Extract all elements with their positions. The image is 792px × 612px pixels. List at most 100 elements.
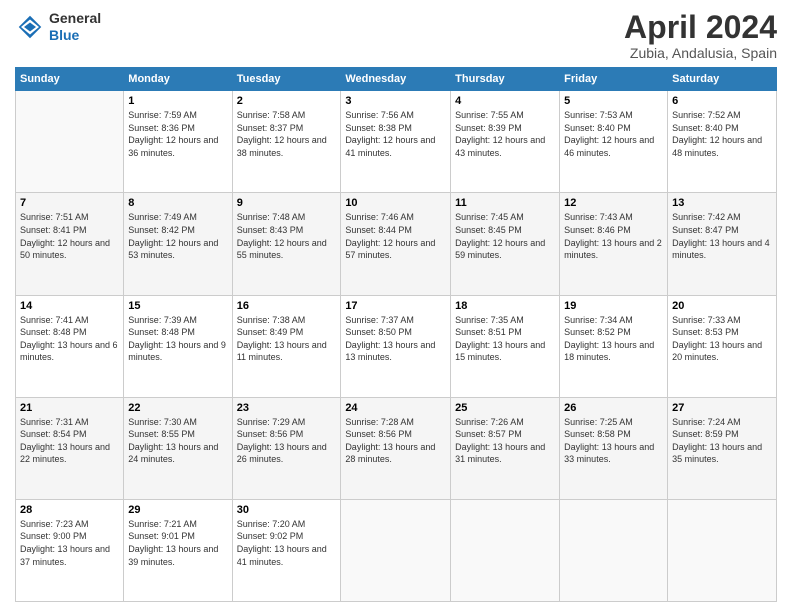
day-number: 28 <box>20 504 119 516</box>
day-number: 5 <box>564 95 663 107</box>
day-number: 3 <box>345 95 446 107</box>
day-number: 10 <box>345 197 446 209</box>
calendar-cell: 15Sunrise: 7:39 AMSunset: 8:48 PMDayligh… <box>124 295 232 397</box>
calendar-week-4: 21Sunrise: 7:31 AMSunset: 8:54 PMDayligh… <box>16 397 777 499</box>
day-number: 8 <box>128 197 227 209</box>
main-title: April 2024 <box>624 10 777 45</box>
day-number: 30 <box>237 504 337 516</box>
calendar-cell: 29 Sunrise: 7:21 AMSunset: 9:01 PMDayligh… <box>124 499 232 601</box>
day-info: Sunrise: 7:35 AMSunset: 8:51 PMDaylight:… <box>455 314 555 364</box>
calendar-cell: 9Sunrise: 7:48 AMSunset: 8:43 PMDaylight… <box>232 193 341 295</box>
day-number: 19 <box>564 300 663 312</box>
day-info: Sunrise: 7:43 AMSunset: 8:46 PMDaylight:… <box>564 211 663 261</box>
day-info: Sunrise: 7:34 AMSunset: 8:52 PMDaylight:… <box>564 314 663 364</box>
calendar-cell: 14Sunrise: 7:41 AMSunset: 8:48 PMDayligh… <box>16 295 124 397</box>
day-number: 23 <box>237 402 337 414</box>
calendar-week-3: 14Sunrise: 7:41 AMSunset: 8:48 PMDayligh… <box>16 295 777 397</box>
calendar-cell <box>16 91 124 193</box>
day-info: Sunrise: 7:56 AMSunset: 8:38 PMDaylight:… <box>345 109 446 159</box>
day-number: 15 <box>128 300 227 312</box>
day-number: 20 <box>672 300 772 312</box>
header-thursday: Thursday <box>451 68 560 91</box>
header-friday: Friday <box>560 68 668 91</box>
day-number: 4 <box>455 95 555 107</box>
day-info: Sunrise: 7:33 AMSunset: 8:53 PMDaylight:… <box>672 314 772 364</box>
day-number: 18 <box>455 300 555 312</box>
day-info: Sunrise: 7:46 AMSunset: 8:44 PMDaylight:… <box>345 211 446 261</box>
day-number: 26 <box>564 402 663 414</box>
calendar-cell <box>341 499 451 601</box>
calendar-week-2: 7 Sunrise: 7:51 AMSunset: 8:41 PMDaylight… <box>16 193 777 295</box>
day-number: 6 <box>672 95 772 107</box>
day-info: Sunrise: 7:59 AMSunset: 8:36 PMDaylight:… <box>128 109 227 159</box>
day-number: 12 <box>564 197 663 209</box>
calendar-cell: 5 Sunrise: 7:53 AMSunset: 8:40 PMDaylight… <box>560 91 668 193</box>
calendar-cell: 8 Sunrise: 7:49 AMSunset: 8:42 PMDaylight… <box>124 193 232 295</box>
day-info: Sunrise: 7:26 AMSunset: 8:57 PMDaylight:… <box>455 416 555 466</box>
calendar-cell: 1 Sunrise: 7:59 AMSunset: 8:36 PMDaylight… <box>124 91 232 193</box>
day-info: Sunrise: 7:52 AMSunset: 8:40 PMDaylight:… <box>672 109 772 159</box>
day-number: 17 <box>345 300 446 312</box>
day-number: 25 <box>455 402 555 414</box>
day-info: Sunrise: 7:53 AMSunset: 8:40 PMDaylight:… <box>564 109 663 159</box>
day-number: 27 <box>672 402 772 414</box>
day-info: Sunrise: 7:25 AMSunset: 8:58 PMDaylight:… <box>564 416 663 466</box>
calendar-cell: 18 Sunrise: 7:35 AMSunset: 8:51 PMDayligh… <box>451 295 560 397</box>
day-number: 13 <box>672 197 772 209</box>
calendar-cell: 11 Sunrise: 7:45 AMSunset: 8:45 PMDayligh… <box>451 193 560 295</box>
calendar-table: SundayMondayTuesdayWednesdayThursdayFrid… <box>15 67 777 602</box>
day-info: Sunrise: 7:28 AMSunset: 8:56 PMDaylight:… <box>345 416 446 466</box>
day-info: Sunrise: 7:30 AMSunset: 8:55 PMDaylight:… <box>128 416 227 466</box>
day-number: 29 <box>128 504 227 516</box>
calendar-cell: 20 Sunrise: 7:33 AMSunset: 8:53 PMDayligh… <box>668 295 777 397</box>
day-info: Sunrise: 7:55 AMSunset: 8:39 PMDaylight:… <box>455 109 555 159</box>
calendar-cell: 7 Sunrise: 7:51 AMSunset: 8:41 PMDaylight… <box>16 193 124 295</box>
calendar-cell: 6 Sunrise: 7:52 AMSunset: 8:40 PMDaylight… <box>668 91 777 193</box>
calendar-cell <box>451 499 560 601</box>
day-info: Sunrise: 7:24 AMSunset: 8:59 PMDaylight:… <box>672 416 772 466</box>
subtitle: Zubia, Andalusia, Spain <box>624 45 777 61</box>
calendar-cell: 10 Sunrise: 7:46 AMSunset: 8:44 PMDayligh… <box>341 193 451 295</box>
calendar-cell: 16Sunrise: 7:38 AMSunset: 8:49 PMDayligh… <box>232 295 341 397</box>
calendar-cell: 12 Sunrise: 7:43 AMSunset: 8:46 PMDayligh… <box>560 193 668 295</box>
calendar-cell: 26 Sunrise: 7:25 AMSunset: 8:58 PMDayligh… <box>560 397 668 499</box>
calendar-cell: 30Sunrise: 7:20 AMSunset: 9:02 PMDayligh… <box>232 499 341 601</box>
day-info: Sunrise: 7:49 AMSunset: 8:42 PMDaylight:… <box>128 211 227 261</box>
day-number: 22 <box>128 402 227 414</box>
page: General Blue April 2024 Zubia, Andalusia… <box>0 0 792 612</box>
day-number: 11 <box>455 197 555 209</box>
day-number: 2 <box>237 95 337 107</box>
day-number: 7 <box>20 197 119 209</box>
title-block: April 2024 Zubia, Andalusia, Spain <box>624 10 777 61</box>
calendar-cell: 2 Sunrise: 7:58 AMSunset: 8:37 PMDaylight… <box>232 91 341 193</box>
calendar-cell: 24 Sunrise: 7:28 AMSunset: 8:56 PMDayligh… <box>341 397 451 499</box>
logo: General Blue <box>15 10 101 44</box>
logo-line1: General <box>49 10 101 27</box>
header-tuesday: Tuesday <box>232 68 341 91</box>
day-info: Sunrise: 7:58 AMSunset: 8:37 PMDaylight:… <box>237 109 337 159</box>
day-info: Sunrise: 7:51 AMSunset: 8:41 PMDaylight:… <box>20 211 119 261</box>
header-wednesday: Wednesday <box>341 68 451 91</box>
logo-line2: Blue <box>49 27 101 44</box>
calendar-week-1: 1 Sunrise: 7:59 AMSunset: 8:36 PMDaylight… <box>16 91 777 193</box>
day-info: Sunrise: 7:48 AMSunset: 8:43 PMDaylight:… <box>237 211 337 261</box>
logo-text: General Blue <box>49 10 101 44</box>
calendar-cell: 3 Sunrise: 7:56 AMSunset: 8:38 PMDaylight… <box>341 91 451 193</box>
day-number: 1 <box>128 95 227 107</box>
calendar-header-row: SundayMondayTuesdayWednesdayThursdayFrid… <box>16 68 777 91</box>
day-info: Sunrise: 7:42 AMSunset: 8:47 PMDaylight:… <box>672 211 772 261</box>
day-info: Sunrise: 7:45 AMSunset: 8:45 PMDaylight:… <box>455 211 555 261</box>
header-monday: Monday <box>124 68 232 91</box>
calendar-cell: 27 Sunrise: 7:24 AMSunset: 8:59 PMDayligh… <box>668 397 777 499</box>
day-number: 24 <box>345 402 446 414</box>
day-info: Sunrise: 7:21 AMSunset: 9:01 PMDaylight:… <box>128 518 227 568</box>
calendar-cell: 25 Sunrise: 7:26 AMSunset: 8:57 PMDayligh… <box>451 397 560 499</box>
calendar-week-5: 28 Sunrise: 7:23 AMSunset: 9:00 PMDayligh… <box>16 499 777 601</box>
calendar-cell: 4 Sunrise: 7:55 AMSunset: 8:39 PMDaylight… <box>451 91 560 193</box>
day-info: Sunrise: 7:23 AMSunset: 9:00 PMDaylight:… <box>20 518 119 568</box>
calendar-cell <box>560 499 668 601</box>
header-saturday: Saturday <box>668 68 777 91</box>
calendar-cell: 13 Sunrise: 7:42 AMSunset: 8:47 PMDayligh… <box>668 193 777 295</box>
day-number: 14 <box>20 300 119 312</box>
calendar-cell: 21Sunrise: 7:31 AMSunset: 8:54 PMDayligh… <box>16 397 124 499</box>
